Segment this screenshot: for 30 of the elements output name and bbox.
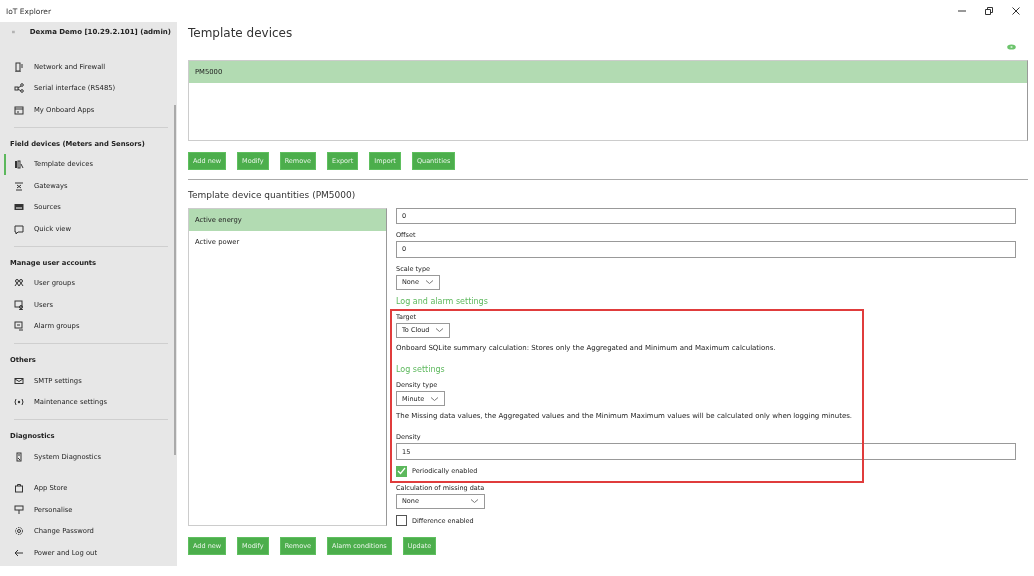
store-icon (14, 483, 24, 494)
alarm-group-icon (14, 321, 24, 332)
signal-icon (14, 397, 24, 408)
chevron-icon (470, 498, 479, 505)
app-window-icon (14, 104, 24, 115)
sources-icon (14, 202, 24, 213)
mail-icon (14, 375, 24, 386)
section-heading: Log settings (396, 365, 446, 375)
eye-icon[interactable] (1007, 44, 1016, 50)
user-group-icon (14, 278, 24, 289)
page-title: Template devices (188, 25, 293, 40)
network-icon (14, 61, 24, 72)
chevron-icon (424, 279, 434, 286)
checkbox[interactable] (396, 465, 407, 477)
restore-icon[interactable] (984, 6, 994, 16)
section-heading: Log and alarm settings (396, 296, 489, 306)
gear-icon (14, 526, 24, 537)
checkbox[interactable] (396, 515, 407, 526)
gateway-icon (14, 180, 24, 191)
connection-icon (14, 83, 24, 94)
chevron-icon (430, 395, 440, 402)
user-icon (14, 299, 24, 310)
diagnostics-icon (14, 451, 24, 462)
close-icon[interactable] (1011, 6, 1021, 16)
screen-icon (14, 223, 24, 234)
chevron-icon (435, 327, 445, 334)
device-icon (14, 159, 24, 170)
scrollbar[interactable] (174, 105, 176, 455)
back-arrow-icon (14, 547, 24, 558)
section-title: Template device quantities (PM5000) (188, 190, 357, 202)
